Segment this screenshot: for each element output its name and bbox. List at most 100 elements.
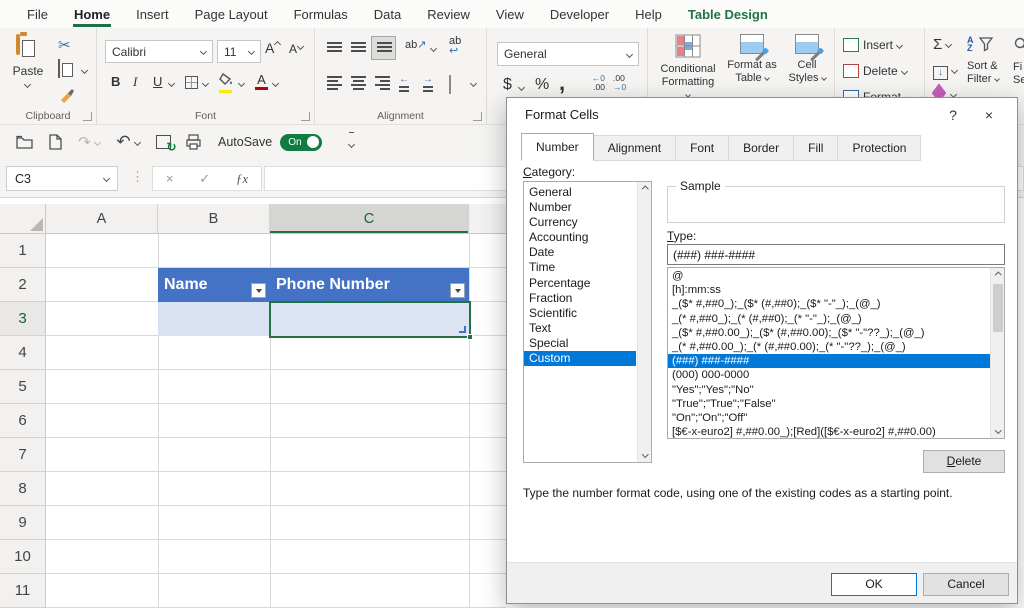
- dialog-help-button[interactable]: ?: [939, 104, 967, 126]
- qat-customize-icon[interactable]: [336, 129, 366, 155]
- tab-view[interactable]: View: [483, 1, 537, 28]
- category-accounting[interactable]: Accounting: [524, 230, 651, 245]
- fill-button[interactable]: ↓: [933, 62, 959, 80]
- cut-icon[interactable]: ✂: [58, 36, 71, 54]
- dialog-close-button[interactable]: ×: [975, 104, 1003, 126]
- dialog-tab-fill[interactable]: Fill: [794, 135, 839, 161]
- sort-filter-button[interactable]: AZ Sort & Filter: [967, 36, 1000, 86]
- row-header-7[interactable]: 7: [0, 438, 46, 472]
- dialog-tab-protection[interactable]: Protection: [838, 135, 922, 161]
- autosum-button[interactable]: Σ: [933, 36, 953, 53]
- align-right-icon[interactable]: [375, 76, 390, 90]
- ok-button[interactable]: OK: [831, 573, 917, 596]
- insert-function-icon[interactable]: ƒx: [236, 171, 248, 187]
- bold-button[interactable]: B: [111, 74, 120, 89]
- copy-icon[interactable]: [58, 59, 73, 78]
- font-dialog-launcher-icon[interactable]: [301, 112, 310, 121]
- font-color-icon[interactable]: A: [255, 72, 268, 90]
- row-header-5[interactable]: 5: [0, 370, 46, 404]
- column-header-b[interactable]: B: [158, 204, 270, 234]
- row-header-6[interactable]: 6: [0, 404, 46, 438]
- alignment-dialog-launcher-icon[interactable]: [473, 112, 482, 121]
- print-preview-icon[interactable]: [178, 129, 208, 155]
- row-header-11[interactable]: 11: [0, 574, 46, 608]
- new-file-icon[interactable]: [40, 129, 70, 155]
- codes-scrollbar[interactable]: [990, 268, 1004, 438]
- align-center-icon[interactable]: [351, 76, 366, 90]
- row-header-10[interactable]: 10: [0, 540, 46, 574]
- dialog-tab-border[interactable]: Border: [729, 135, 795, 161]
- table-header-phone-number[interactable]: Phone Number: [270, 268, 469, 302]
- tab-review[interactable]: Review: [414, 1, 483, 28]
- fill-color-icon[interactable]: [219, 72, 234, 93]
- delete-button[interactable]: Delete: [923, 450, 1005, 473]
- copy-chevron-icon[interactable]: [80, 66, 89, 75]
- cell-styles-button[interactable]: Cell Styles: [784, 34, 830, 85]
- category-special[interactable]: Special: [524, 336, 651, 351]
- code-item[interactable]: _($* #,##0.00_);_($* (#,##0.00);_($* "-"…: [668, 326, 1004, 340]
- phone-filter-button[interactable]: [450, 283, 465, 298]
- format-as-table-button[interactable]: Format as Table: [724, 34, 780, 85]
- name-filter-button[interactable]: [251, 283, 266, 298]
- fill-handle[interactable]: [467, 334, 473, 340]
- format-codes-list[interactable]: @ [h]:mm:ss _($* #,##0_);_($* (#,##0);_(…: [667, 267, 1005, 439]
- tab-help[interactable]: Help: [622, 1, 675, 28]
- row-header-2[interactable]: 2: [0, 268, 46, 302]
- open-folder-icon[interactable]: [10, 129, 40, 155]
- category-time[interactable]: Time: [524, 260, 651, 275]
- undo-icon[interactable]: ↶: [108, 129, 148, 155]
- code-item[interactable]: "On";"On";"Off": [668, 411, 1004, 425]
- category-scrollbar[interactable]: [637, 182, 651, 462]
- formula-bar-dots-icon[interactable]: ⋮: [131, 169, 144, 185]
- code-item-selected[interactable]: (###) ###-####: [668, 354, 1004, 369]
- merge-center-icon[interactable]: [449, 75, 451, 94]
- row-header-4[interactable]: 4: [0, 336, 46, 370]
- table-resize-icon[interactable]: [459, 326, 466, 333]
- code-item[interactable]: "Yes";"Yes";"No": [668, 383, 1004, 397]
- selected-cell-c3[interactable]: [269, 301, 471, 338]
- align-middle-icon[interactable]: [351, 42, 366, 52]
- align-top-icon[interactable]: [327, 42, 342, 52]
- tab-page-layout[interactable]: Page Layout: [182, 1, 281, 28]
- delete-cells-button[interactable]: Delete: [843, 64, 908, 78]
- code-item[interactable]: "True";"True";"False": [668, 397, 1004, 411]
- dialog-tab-alignment[interactable]: Alignment: [593, 135, 677, 161]
- align-bottom-icon[interactable]: [371, 36, 396, 60]
- type-input[interactable]: [667, 244, 1005, 265]
- tab-home[interactable]: Home: [61, 1, 123, 28]
- select-all-corner[interactable]: [0, 204, 46, 234]
- font-name-select[interactable]: Calibri: [105, 40, 213, 63]
- row-header-8[interactable]: 8: [0, 472, 46, 506]
- underline-button[interactable]: U: [153, 74, 162, 89]
- font-color-chevron-icon[interactable]: [271, 79, 280, 88]
- underline-chevron-icon[interactable]: [167, 79, 176, 88]
- italic-button[interactable]: I: [133, 74, 137, 90]
- clipboard-dialog-launcher-icon[interactable]: [83, 112, 92, 121]
- category-list[interactable]: General Number Currency Accounting Date …: [523, 181, 652, 463]
- code-item[interactable]: _($* #,##0_);_($* (#,##0);_($* "-"_);_(@…: [668, 297, 1004, 311]
- code-item[interactable]: [$€-x-euro2] #,##0.00_);[Red]([$€-x-euro…: [668, 425, 1004, 438]
- decrease-font-icon[interactable]: A: [289, 42, 305, 56]
- orientation-chevron-icon[interactable]: [429, 44, 438, 53]
- category-currency[interactable]: Currency: [524, 215, 651, 230]
- name-box[interactable]: C3: [6, 166, 118, 191]
- tab-formulas[interactable]: Formulas: [281, 1, 361, 28]
- save-icon[interactable]: ↻: [148, 129, 178, 155]
- autosave-toggle[interactable]: On: [280, 133, 323, 151]
- cell-b3[interactable]: [158, 302, 270, 336]
- number-format-select[interactable]: General: [497, 42, 639, 66]
- accounting-format-icon[interactable]: $: [503, 76, 512, 94]
- column-header-a[interactable]: A: [46, 204, 158, 234]
- code-item[interactable]: _(* #,##0.00_);_(* (#,##0.00);_(* "-"??_…: [668, 340, 1004, 354]
- category-scientific[interactable]: Scientific: [524, 306, 651, 321]
- decrease-decimal-icon[interactable]: .00 →0: [613, 74, 635, 92]
- fill-color-chevron-icon[interactable]: [237, 79, 246, 88]
- dialog-tab-font[interactable]: Font: [676, 135, 730, 161]
- borders-icon[interactable]: [185, 76, 198, 89]
- increase-font-icon[interactable]: A: [265, 40, 282, 56]
- dialog-tab-number[interactable]: Number: [521, 133, 594, 161]
- row-header-1[interactable]: 1: [0, 234, 46, 268]
- find-select-button[interactable]: FiSel: [1013, 36, 1024, 87]
- orientation-icon[interactable]: ab↗: [405, 38, 426, 51]
- category-text[interactable]: Text: [524, 321, 651, 336]
